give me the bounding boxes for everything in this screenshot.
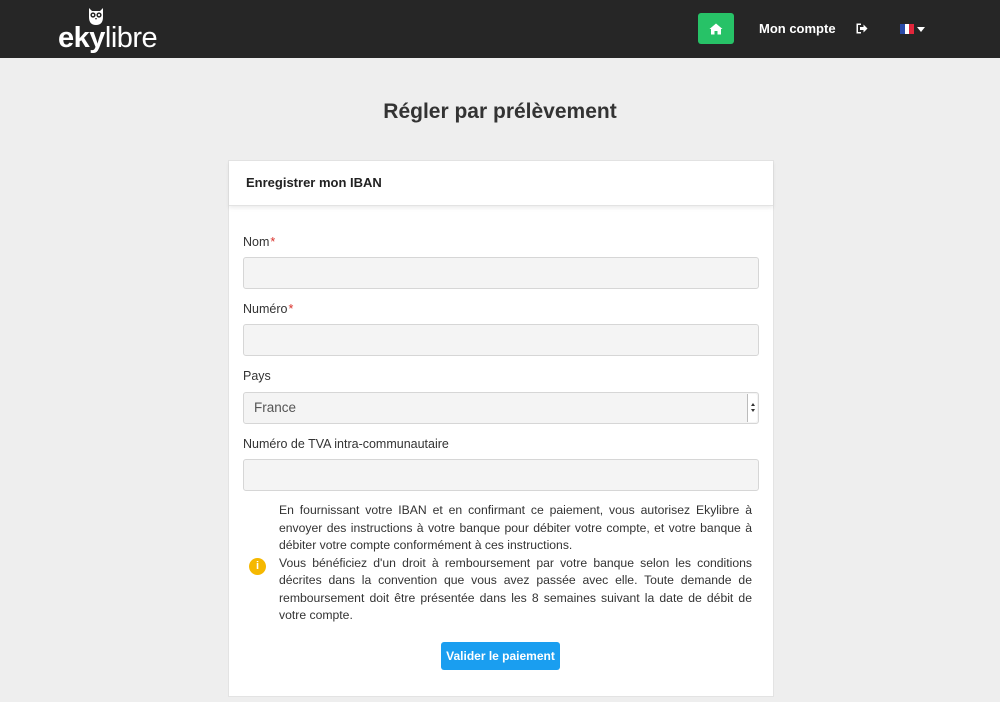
numero-input[interactable] xyxy=(243,324,759,356)
numero-label: Numéro* xyxy=(243,302,293,316)
numero-label-text: Numéro xyxy=(243,302,288,316)
nom-input[interactable] xyxy=(243,257,759,289)
home-button[interactable] xyxy=(698,13,734,44)
nom-label: Nom* xyxy=(243,235,275,249)
required-marker: * xyxy=(288,302,294,316)
card-header: Enregistrer mon IBAN xyxy=(229,161,773,206)
navbar: ekylibre Mon compte xyxy=(0,0,1000,58)
page-title: Régler par prélèvement xyxy=(383,100,617,123)
nom-label-text: Nom xyxy=(243,235,270,249)
required-marker: * xyxy=(270,235,276,249)
pays-selected-value: France xyxy=(254,400,297,415)
select-arrows-icon xyxy=(747,394,757,422)
info-icon: i xyxy=(249,558,266,575)
brand-name-bold: eky xyxy=(58,22,105,54)
iban-card: Enregistrer mon IBAN Nom* Numéro* Pays F… xyxy=(228,160,774,697)
submit-payment-button[interactable]: Valider le paiement xyxy=(441,642,560,670)
pays-label: Pays xyxy=(243,369,271,383)
my-account-link[interactable]: Mon compte xyxy=(759,21,836,36)
ekylibre-logo[interactable]: ekylibre xyxy=(58,6,170,54)
mandate-text: En fournissant votre IBAN et en confirma… xyxy=(279,502,752,625)
brand-name-light: libre xyxy=(104,22,158,54)
logout-button[interactable] xyxy=(856,21,868,39)
mandate-paragraph-2: Vous bénéficiez d'un droit à rembourseme… xyxy=(279,555,752,623)
chevron-down-icon xyxy=(917,26,925,32)
sign-out-icon xyxy=(856,23,868,34)
french-flag-icon xyxy=(900,24,915,34)
language-dropdown[interactable] xyxy=(900,24,925,34)
pays-select[interactable]: France xyxy=(243,392,759,424)
tva-input[interactable] xyxy=(243,459,759,491)
home-icon xyxy=(709,23,723,34)
mandate-paragraph-1: En fournissant votre IBAN et en confirma… xyxy=(279,503,752,552)
tva-label: Numéro de TVA intra-communautaire xyxy=(243,437,449,451)
brand-wordmark: ekylibre xyxy=(58,22,158,54)
